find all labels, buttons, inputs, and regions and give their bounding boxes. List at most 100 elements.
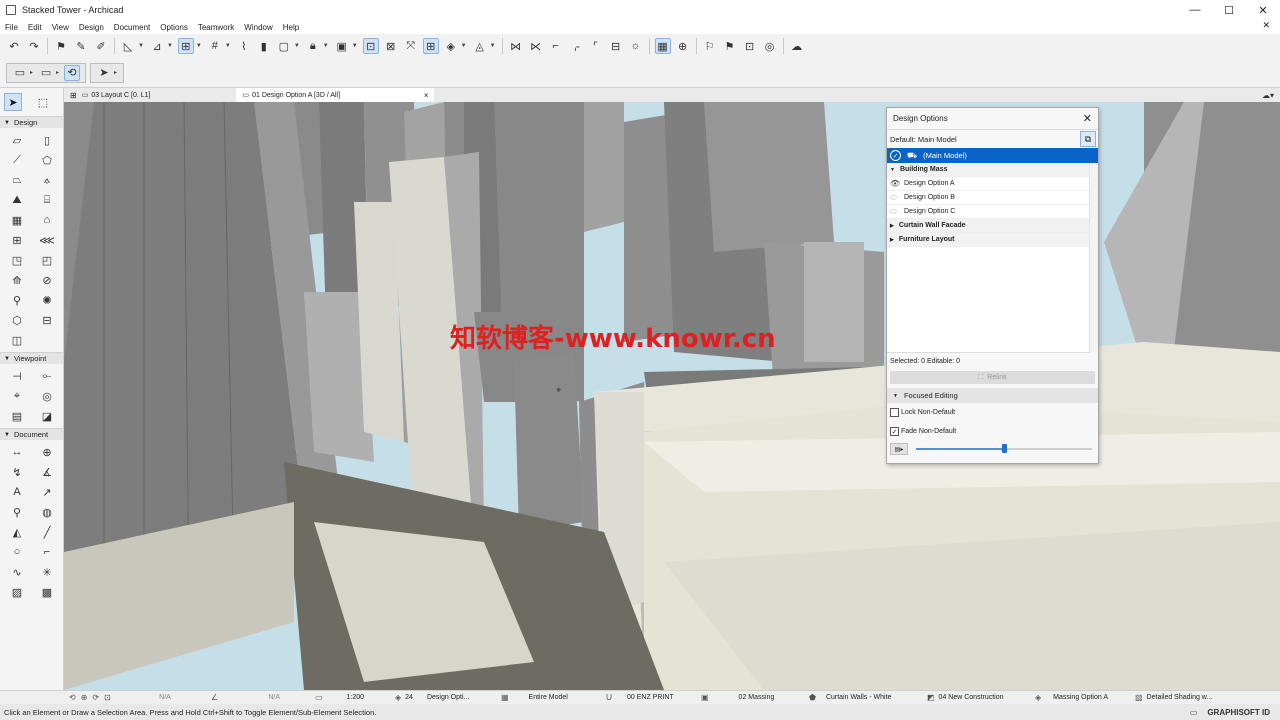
selection-group[interactable]: ➤ ▸ <box>90 62 125 83</box>
chevron-down-icon[interactable]: ▼ <box>138 43 144 49</box>
maximize-button[interactable]: ☐ <box>1212 0 1246 20</box>
lamp-tool-icon[interactable]: ✺ <box>32 290 62 310</box>
tab-layout-c[interactable]: ⊞ ▭ 03 Layout C [0. L1] <box>64 88 156 102</box>
tab-close-icon[interactable]: × <box>364 91 429 100</box>
display-icon[interactable]: ▭ <box>38 65 54 81</box>
trim-icon[interactable]: ◈ <box>443 38 459 54</box>
eye-icon[interactable]: 👁︎ <box>890 179 900 188</box>
radial-dimension-tool-icon[interactable]: ↯ <box>2 462 32 482</box>
chevron-down-icon[interactable]: ▼ <box>225 43 231 49</box>
focused-editing-header[interactable]: ▼ Focused Editing <box>887 388 1098 403</box>
chevron-down-icon[interactable]: ▼ <box>167 43 173 49</box>
menu-teamwork[interactable]: Teamwork <box>193 23 239 32</box>
zone-stamp-tool-icon[interactable]: ⚲ <box>2 502 32 522</box>
adjust-icon[interactable]: ⋈ <box>508 38 524 54</box>
panel-close-icon[interactable]: ✕ <box>1083 112 1092 125</box>
panel-tool-icon[interactable]: ⊟ <box>32 310 62 330</box>
wall-tool-icon[interactable]: ▱ <box>2 130 32 150</box>
change-tool-icon[interactable]: ◪ <box>32 406 62 426</box>
polyline-tool-icon[interactable]: ⌐ <box>32 542 62 562</box>
expand-icon[interactable]: ▼ <box>890 167 895 173</box>
menu-document[interactable]: Document <box>109 23 155 32</box>
pick-up-icon[interactable]: ⚑ <box>53 38 69 54</box>
pen-set-selector[interactable]: Ｕ 00 ENZ PRINT <box>600 692 696 703</box>
elevation-tool-icon[interactable]: ⟜ <box>32 366 62 386</box>
option-set-building-mass[interactable]: ▼ Building Mass <box>887 163 1098 177</box>
menu-edit[interactable]: Edit <box>23 23 47 32</box>
3d-style-selector[interactable]: ▧ Detailed Shading w... <box>1130 693 1224 702</box>
fit-icon[interactable]: ⊠ <box>383 38 399 54</box>
circle-tool-icon[interactable]: ○ <box>2 542 32 562</box>
option-set-manager-icon[interactable]: ⧉ <box>1080 131 1096 147</box>
zoom-icon[interactable]: ⊕ <box>81 693 88 702</box>
option-set-curtain-wall-facade[interactable]: ▶ Curtain Wall Facade <box>887 219 1098 233</box>
interior-elevation-tool-icon[interactable]: ⌖ <box>2 386 32 406</box>
layer-combination-selector[interactable]: ◈ 24 Design Opti... <box>390 693 496 702</box>
renovation-filter-selector[interactable]: ◩ 04 New Construction <box>922 693 1030 702</box>
angle-value[interactable]: N/A <box>218 694 280 701</box>
zone-tool-icon[interactable]: ⊘ <box>32 270 62 290</box>
drawing-tool-icon[interactable]: ▨ <box>2 582 32 602</box>
offset-icon[interactable]: ⌐ <box>548 38 564 54</box>
flag-icon[interactable]: ⚐ <box>702 38 718 54</box>
globe-icon[interactable]: ⊕ <box>675 38 691 54</box>
redo-icon[interactable]: ↷ <box>26 38 42 54</box>
layers-icon[interactable]: ◎ <box>762 38 778 54</box>
mesh-tool-icon[interactable]: ⛰ <box>2 190 32 210</box>
view-toggle-group[interactable]: ▭ ▸ ▭ ▸ ⟲ <box>6 62 87 83</box>
minimize-button[interactable]: — <box>1178 0 1212 20</box>
menu-help[interactable]: Help <box>278 23 304 32</box>
main-model-row[interactable]: ✓ ⛟ (Main Model) <box>887 148 1098 163</box>
lock-non-default-checkbox[interactable]: Lock Non-Default <box>887 403 1098 422</box>
object-tool-icon[interactable]: ⚲ <box>2 290 32 310</box>
eyedropper-icon[interactable]: ✐ <box>93 38 109 54</box>
grid-icon[interactable]: # <box>207 38 223 54</box>
suspend-groups-icon[interactable]: ▣ <box>334 38 350 54</box>
window-icon[interactable]: ⊡ <box>742 38 758 54</box>
chevron-down-icon[interactable]: ▼ <box>294 43 300 49</box>
option-design-option-c[interactable]: ⬭ Design Option C <box>887 205 1098 219</box>
chevron-right-icon[interactable]: ▸ <box>56 69 59 76</box>
graphisoft-id-area[interactable]: ▭ GRAPHISOFT ID <box>1190 708 1270 717</box>
design-options-icon[interactable]: ▦ <box>654 38 671 54</box>
option-design-option-b[interactable]: ⬭ Design Option B <box>887 191 1098 205</box>
fade-slider-track[interactable] <box>916 444 1092 453</box>
marker-icon[interactable]: ⚑ <box>722 38 738 54</box>
chevron-down-icon[interactable]: ▼ <box>490 43 496 49</box>
elevation-icon[interactable]: ⊿ <box>149 38 165 54</box>
eye-hidden-icon[interactable]: ⬭ <box>890 193 900 203</box>
dimension-tool-icon[interactable]: ↔ <box>2 442 32 462</box>
option-set-furniture-layout[interactable]: ▶ Furniture Layout <box>887 233 1098 247</box>
renovation-icon[interactable]: ⌜ <box>588 38 604 54</box>
structural-display-selector[interactable]: ▦ Entire Model <box>496 693 600 702</box>
skylight-tool-icon[interactable]: ◳ <box>2 250 32 270</box>
door-tool-icon[interactable]: ⌂ <box>32 210 62 230</box>
menu-view[interactable]: View <box>47 23 74 32</box>
orbit-view-icon[interactable]: ⟳ <box>92 693 99 702</box>
relink-button[interactable]: ⛶ Relink <box>890 371 1095 384</box>
trace-icon[interactable]: ⌇ <box>236 38 252 54</box>
opening-tool-icon[interactable]: ◰ <box>32 250 62 270</box>
column-tool-icon[interactable]: ▯ <box>32 130 62 150</box>
worksheet-tool-icon[interactable]: ◎ <box>32 386 62 406</box>
angle-dimension-tool-icon[interactable]: ∡ <box>32 462 62 482</box>
chevron-down-icon[interactable]: ▼ <box>461 43 467 49</box>
design-option-combination-selector[interactable]: ◈ Massing Option A <box>1030 693 1130 702</box>
chevron-down-icon[interactable]: ▼ <box>352 43 358 49</box>
view-options-icon[interactable]: ☁▾ <box>1262 91 1274 100</box>
chevron-down-icon[interactable]: ▼ <box>196 43 202 49</box>
roof-tool-icon[interactable]: ⏢ <box>2 170 32 190</box>
fade-slider-handle[interactable] <box>1002 444 1007 453</box>
curtain-wall-tool-icon[interactable]: ▦ <box>2 210 32 230</box>
chevron-right-icon[interactable]: ▸ <box>114 69 117 76</box>
pointer-icon[interactable]: ➤ <box>96 65 112 81</box>
lock-icon[interactable]: 🔒︎ <box>305 38 321 54</box>
angle-icon[interactable]: ∠ <box>211 693 218 702</box>
image-tool-icon[interactable]: ▩ <box>32 582 62 602</box>
line-tool-icon[interactable]: ╱ <box>32 522 62 542</box>
fill-tool-icon[interactable]: ◭ <box>2 522 32 542</box>
fit-view-icon[interactable]: ⊡ <box>104 693 111 702</box>
menu-file[interactable]: File <box>0 23 23 32</box>
arrow-tool-icon[interactable]: ◺ <box>120 38 136 54</box>
label-tool-icon[interactable]: ↗ <box>32 482 62 502</box>
